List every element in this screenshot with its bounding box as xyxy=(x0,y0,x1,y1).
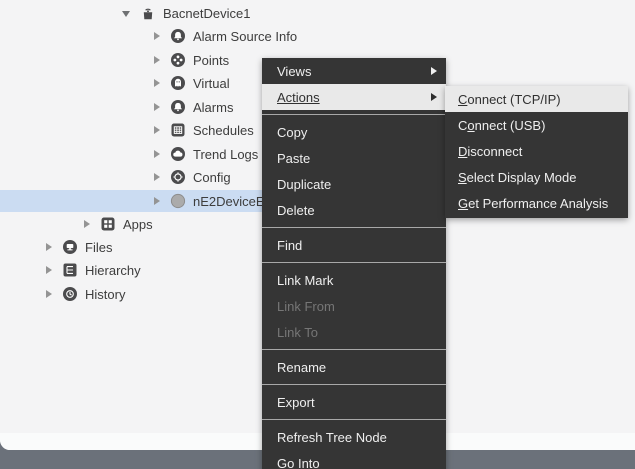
bacnet-device-icon xyxy=(140,5,156,21)
expand-arrow-icon[interactable] xyxy=(44,242,54,252)
tree-item-label: Alarm Source Info xyxy=(193,29,297,44)
submenu-item-connect-tcpip[interactable]: Connect (TCP/IP) xyxy=(445,86,628,112)
menu-item-actions[interactable]: Actions xyxy=(262,84,446,110)
menu-item-go-into[interactable]: Go Into xyxy=(262,450,446,469)
menu-item-label: Link To xyxy=(277,325,318,340)
menu-separator xyxy=(262,258,446,267)
menu-item-label: Duplicate xyxy=(277,177,331,192)
hierarchy-icon xyxy=(62,262,78,278)
menu-item-label: Export xyxy=(277,395,315,410)
menu-item-duplicate[interactable]: Duplicate xyxy=(262,171,446,197)
expand-arrow-icon[interactable] xyxy=(152,149,162,159)
trend-cloud-icon xyxy=(170,146,186,162)
submenu-item-label: Get Performance Analysis xyxy=(458,196,608,211)
menu-item-rename[interactable]: Rename xyxy=(262,354,446,380)
expand-arrow-icon[interactable] xyxy=(44,265,54,275)
tree-item-label: Apps xyxy=(123,217,153,232)
menu-item-label: Actions xyxy=(277,90,320,105)
expand-arrow-icon[interactable] xyxy=(152,125,162,135)
expand-arrow-icon[interactable] xyxy=(152,31,162,41)
tree-item-alarm-source-info[interactable]: Alarm Source Info xyxy=(0,25,598,47)
menu-item-label: Views xyxy=(277,64,311,79)
menu-item-export[interactable]: Export xyxy=(262,389,446,415)
menu-item-label: Link Mark xyxy=(277,273,333,288)
menu-item-link-to: Link To xyxy=(262,319,446,345)
tree-item-label: Virtual xyxy=(193,76,230,91)
submenu-item-select-display-mode[interactable]: Select Display Mode xyxy=(445,164,628,190)
menu-item-label: Refresh Tree Node xyxy=(277,430,387,445)
menu-item-label: Paste xyxy=(277,151,310,166)
expand-arrow-icon[interactable] xyxy=(152,172,162,182)
tree-item-label: Files xyxy=(85,240,112,255)
files-icon xyxy=(62,239,78,255)
submenu-item-connect-usb[interactable]: Connect (USB) xyxy=(445,112,628,138)
menu-separator xyxy=(262,380,446,389)
tree-item-label: BacnetDevice1 xyxy=(163,6,250,21)
plain-circle-icon xyxy=(170,193,186,209)
expand-arrow-icon[interactable] xyxy=(44,289,54,299)
history-clock-icon xyxy=(62,286,78,302)
virtual-ghost-icon xyxy=(170,75,186,91)
menu-item-label: Delete xyxy=(277,203,315,218)
expand-arrow-icon[interactable] xyxy=(152,78,162,88)
menu-separator xyxy=(262,223,446,232)
menu-item-label: Go Into xyxy=(277,456,320,469)
context-menu: Views Actions Copy Paste Duplicate Delet… xyxy=(262,58,446,469)
schedule-calendar-icon xyxy=(170,122,186,138)
tree-item-label: Points xyxy=(193,53,229,68)
expand-arrow-icon[interactable] xyxy=(82,219,92,229)
tree-item-label: Schedules xyxy=(193,123,254,138)
submenu-item-label: Connect (TCP/IP) xyxy=(458,92,561,107)
config-wheel-icon xyxy=(170,169,186,185)
tree-item-label: Trend Logs xyxy=(193,147,258,162)
tree-item-label: Config xyxy=(193,170,231,185)
tree-item-label: History xyxy=(85,287,125,302)
menu-item-refresh-tree-node[interactable]: Refresh Tree Node xyxy=(262,424,446,450)
menu-item-find[interactable]: Find xyxy=(262,232,446,258)
menu-item-copy[interactable]: Copy xyxy=(262,119,446,145)
submenu-item-label: Connect (USB) xyxy=(458,118,545,133)
submenu-arrow-icon xyxy=(431,93,437,101)
alarm-bell-icon xyxy=(170,28,186,44)
alarm-bell-icon xyxy=(170,99,186,115)
submenu-item-disconnect[interactable]: Disconnect xyxy=(445,138,628,164)
submenu-item-label: Select Display Mode xyxy=(458,170,577,185)
tree-item-label: Alarms xyxy=(193,100,233,115)
submenu-arrow-icon xyxy=(431,67,437,75)
menu-item-label: Rename xyxy=(277,360,326,375)
menu-separator xyxy=(262,415,446,424)
expand-arrow-icon[interactable] xyxy=(152,55,162,65)
menu-item-delete[interactable]: Delete xyxy=(262,197,446,223)
collapse-arrow-icon[interactable] xyxy=(122,8,132,18)
menu-separator xyxy=(262,110,446,119)
points-icon xyxy=(170,52,186,68)
tree-item-bacnetdevice1[interactable]: BacnetDevice1 xyxy=(0,2,568,24)
menu-item-views[interactable]: Views xyxy=(262,58,446,84)
submenu-item-get-performance-analysis[interactable]: Get Performance Analysis xyxy=(445,190,628,216)
menu-item-label: Copy xyxy=(277,125,307,140)
menu-item-paste[interactable]: Paste xyxy=(262,145,446,171)
apps-grid-icon xyxy=(100,216,116,232)
expand-arrow-icon[interactable] xyxy=(152,196,162,206)
menu-item-label: Link From xyxy=(277,299,335,314)
menu-item-link-mark[interactable]: Link Mark xyxy=(262,267,446,293)
menu-item-label: Find xyxy=(277,238,302,253)
app-window: BacnetDevice1 Alarm Source Info Points xyxy=(0,0,635,469)
actions-submenu: Connect (TCP/IP) Connect (USB) Disconnec… xyxy=(445,86,628,218)
submenu-item-label: Disconnect xyxy=(458,144,522,159)
tree-item-label: Hierarchy xyxy=(85,263,141,278)
expand-arrow-icon[interactable] xyxy=(152,102,162,112)
menu-separator xyxy=(262,345,446,354)
menu-item-link-from: Link From xyxy=(262,293,446,319)
